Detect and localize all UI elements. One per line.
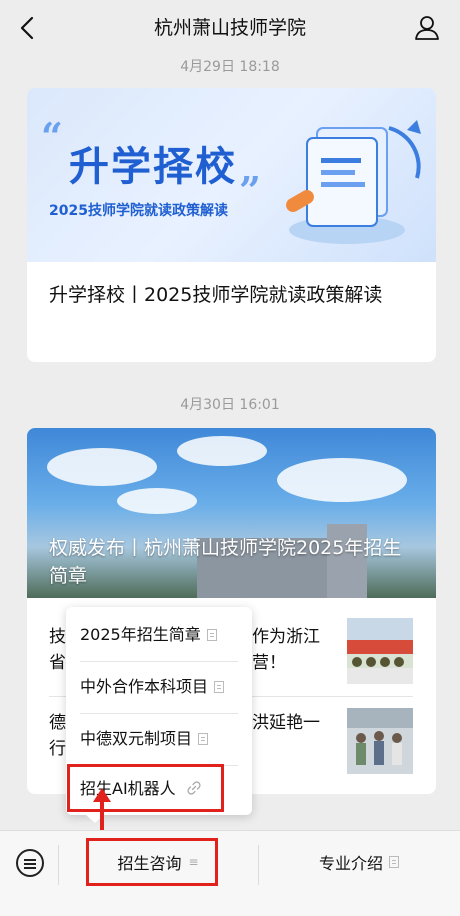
top-bar: 杭州萧山技师学院 [0,0,460,58]
keyboard-toggle-icon[interactable] [16,849,44,877]
timestamp: 4月30日 16:01 [180,397,280,413]
highlight-box-admission-consult [86,838,218,886]
article-card[interactable]: “ ” 升学择校 2025技师学院就读政策解读 升学择校丨2025技师学院就读政… [27,88,436,362]
submenu-item-sino-german[interactable]: 中德双元制项目 [66,713,252,765]
article-thumbnail-image [347,708,413,774]
doc-icon [214,681,225,693]
doc-icon [206,629,217,641]
article-banner-image: 权威发布丨杭州萧山技师学院2025年招生简章 [27,428,436,598]
profile-icon[interactable] [414,14,440,40]
bottom-menu-bar: 招生咨询 ≡ 专业介绍 [0,830,460,916]
banner-subtitle: 2025技师学院就读政策解读 [49,203,228,219]
banner-title: 升学择校 [69,144,237,190]
menu-major-intro[interactable]: 专业介绍 [258,831,460,893]
article-title: 升学择校丨2025技师学院就读政策解读 [49,284,383,306]
banner-title: 权威发布丨杭州萧山技师学院2025年招生简章 [49,537,402,587]
highlight-box-ai-robot [67,764,224,812]
submenu-item-admission-guide[interactable]: 2025年招生简章 [66,609,252,661]
doc-icon [198,733,209,745]
quote-close-icon: ” [239,168,261,213]
doc-icon [389,856,399,868]
menu-label: 专业介绍 [318,854,383,873]
article-banner-image: “ ” 升学择校 2025技师学院就读政策解读 [27,88,436,262]
page-title: 杭州萧山技师学院 [153,17,306,39]
quote-open-icon: “ [41,114,63,159]
timestamp: 4月29日 18:18 [180,59,280,75]
submenu-item-sino-foreign[interactable]: 中外合作本科项目 [66,661,252,713]
article-thumbnail-image [347,618,413,684]
documents-illustration-icon [286,120,421,244]
